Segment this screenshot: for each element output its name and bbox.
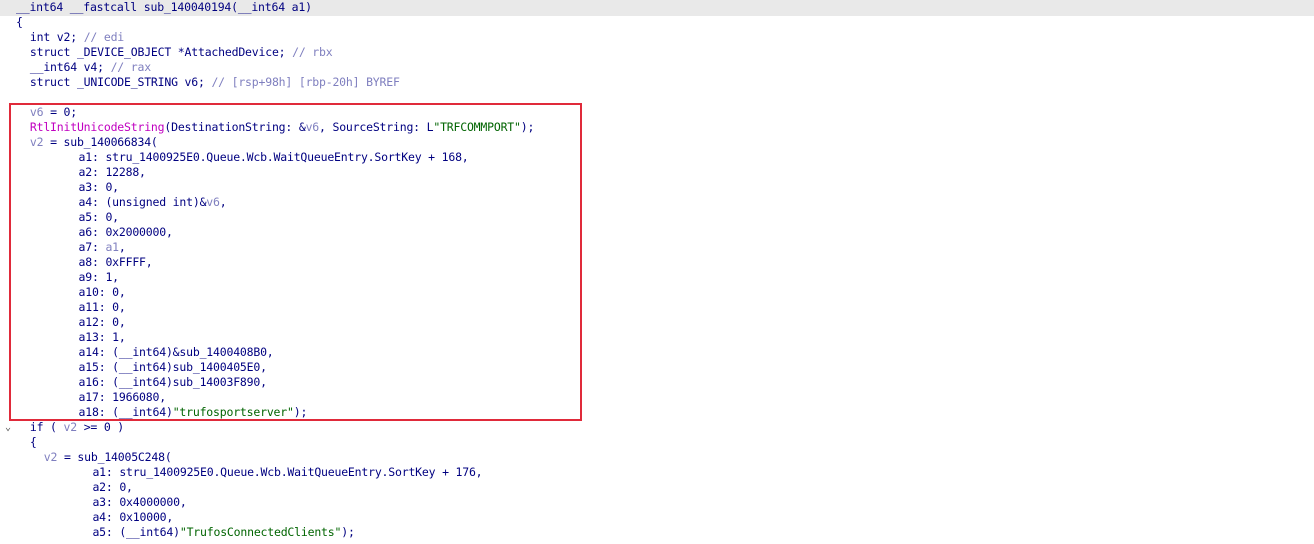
code-line[interactable]: a6: 0x2000000, bbox=[79, 225, 173, 240]
code-token-text[interactable]: a11: 0, bbox=[79, 300, 126, 314]
code-token-text[interactable]: a1: stru_1400925E0.Queue.Wcb.WaitQueueEn… bbox=[92, 465, 482, 479]
code-token-text[interactable]: , bbox=[119, 240, 126, 254]
code-line[interactable]: a7: a1, bbox=[79, 240, 126, 255]
code-line[interactable]: struct _DEVICE_OBJECT *AttachedDevice; /… bbox=[30, 45, 333, 60]
code-token-local-var[interactable]: a1 bbox=[105, 240, 119, 254]
code-line[interactable]: a10: 0, bbox=[79, 285, 126, 300]
code-line[interactable]: RtlInitUnicodeString(DestinationString: … bbox=[30, 120, 535, 135]
code-token-text[interactable]: , bbox=[220, 195, 227, 209]
code-token-text[interactable]: a3: 0, bbox=[79, 180, 120, 194]
code-line[interactable]: a12: 0, bbox=[79, 315, 126, 330]
code-token-text[interactable]: __int64 __fastcall sub_140040194(__int64… bbox=[16, 0, 312, 14]
code-token-text[interactable]: a3: 0x4000000, bbox=[92, 495, 186, 509]
code-token-function[interactable]: RtlInitUnicodeString bbox=[30, 120, 165, 134]
code-line[interactable]: __int64 v4; // rax bbox=[30, 60, 151, 75]
code-token-text[interactable]: (DestinationString: & bbox=[164, 120, 305, 134]
code-token-string[interactable]: "trufosportserver" bbox=[173, 405, 294, 419]
code-line[interactable]: a1: stru_1400925E0.Queue.Wcb.WaitQueueEn… bbox=[79, 150, 469, 165]
code-token-local-var[interactable]: v6 bbox=[206, 195, 220, 209]
code-line[interactable]: a4: (unsigned int)&v6, bbox=[79, 195, 227, 210]
code-token-text[interactable]: = sub_140066834( bbox=[43, 135, 158, 149]
code-line[interactable]: a5: (__int64)"TrufosConnectedClients"); bbox=[92, 525, 354, 540]
code-token-text[interactable]: a12: 0, bbox=[79, 315, 126, 329]
code-token-text[interactable]: >= 0 ) bbox=[77, 420, 125, 434]
code-token-string[interactable]: "TrufosConnectedClients" bbox=[180, 525, 342, 539]
code-token-text[interactable]: = sub_14005C248( bbox=[57, 450, 172, 464]
code-token-comment[interactable]: // rax bbox=[111, 60, 152, 74]
code-token-text[interactable]: a2: 12288, bbox=[79, 165, 146, 179]
code-token-text[interactable]: ); bbox=[294, 405, 308, 419]
code-token-string[interactable]: "TRFCOMMPORT" bbox=[433, 120, 521, 134]
code-token-text[interactable]: int v2; bbox=[30, 30, 84, 44]
code-line[interactable]: __int64 __fastcall sub_140040194(__int64… bbox=[16, 0, 312, 15]
code-line[interactable]: a13: 1, bbox=[79, 330, 126, 345]
code-token-comment[interactable]: // edi bbox=[84, 30, 125, 44]
code-line[interactable]: a3: 0x4000000, bbox=[92, 495, 186, 510]
code-line[interactable]: v6 = 0; bbox=[30, 105, 77, 120]
code-line[interactable]: a14: (__int64)&sub_1400408B0, bbox=[79, 345, 274, 360]
code-line[interactable]: a2: 12288, bbox=[79, 165, 146, 180]
code-line[interactable]: a2: 0, bbox=[92, 480, 133, 495]
code-token-text[interactable]: a15: (__int64)sub_1400405E0, bbox=[79, 360, 267, 374]
fold-chevron-icon[interactable]: ⌄ bbox=[3, 420, 13, 435]
code-token-text[interactable]: a6: 0x2000000, bbox=[79, 225, 173, 239]
code-line[interactable]: a1: stru_1400925E0.Queue.Wcb.WaitQueueEn… bbox=[92, 465, 482, 480]
code-token-text[interactable]: struct _DEVICE_OBJECT *AttachedDevice; bbox=[30, 45, 292, 59]
code-token-text[interactable]: ); bbox=[341, 525, 355, 539]
code-token-text[interactable]: a13: 1, bbox=[79, 330, 126, 344]
code-line[interactable]: a3: 0, bbox=[79, 180, 120, 195]
code-line[interactable]: a18: (__int64)"trufosportserver"); bbox=[79, 405, 308, 420]
code-token-text[interactable]: a17: 1966080, bbox=[79, 390, 167, 404]
code-line[interactable]: a17: 1966080, bbox=[79, 390, 167, 405]
code-token-text[interactable]: struct _UNICODE_STRING v6; bbox=[30, 75, 212, 89]
code-token-text[interactable]: = 0; bbox=[43, 105, 77, 119]
code-token-text[interactable]: a5: (__int64) bbox=[92, 525, 180, 539]
code-token-text[interactable]: a2: 0, bbox=[92, 480, 133, 494]
code-token-local-var[interactable]: v2 bbox=[44, 450, 58, 464]
code-line[interactable]: if ( v2 >= 0 ) bbox=[30, 420, 124, 435]
code-line[interactable]: a11: 0, bbox=[79, 300, 126, 315]
code-line[interactable]: int v2; // edi bbox=[30, 30, 124, 45]
code-token-text[interactable]: a14: (__int64)&sub_1400408B0, bbox=[79, 345, 274, 359]
code-line[interactable]: v2 = sub_140066834( bbox=[30, 135, 158, 150]
code-token-text[interactable]: a1: stru_1400925E0.Queue.Wcb.WaitQueueEn… bbox=[79, 150, 469, 164]
code-token-text[interactable]: a16: (__int64)sub_14003F890, bbox=[79, 375, 267, 389]
code-token-local-var[interactable]: v6 bbox=[306, 120, 320, 134]
code-token-local-var[interactable]: v2 bbox=[64, 420, 78, 434]
code-line[interactable]: a4: 0x10000, bbox=[92, 510, 173, 525]
code-token-text[interactable]: __int64 v4; bbox=[30, 60, 111, 74]
code-token-comment[interactable]: // [rsp+98h] [rbp-20h] BYREF bbox=[211, 75, 399, 89]
code-line[interactable]: struct _UNICODE_STRING v6; // [rsp+98h] … bbox=[30, 75, 400, 90]
code-token-local-var[interactable]: v6 bbox=[30, 105, 44, 119]
code-token-text[interactable]: { bbox=[16, 15, 23, 29]
code-line[interactable]: a15: (__int64)sub_1400405E0, bbox=[79, 360, 267, 375]
code-token-text[interactable]: ); bbox=[521, 120, 535, 134]
code-token-text[interactable]: a5: 0, bbox=[79, 210, 120, 224]
code-token-text[interactable]: a10: 0, bbox=[79, 285, 126, 299]
code-line[interactable]: { bbox=[30, 435, 37, 450]
code-token-text[interactable]: , SourceString: L bbox=[319, 120, 434, 134]
code-line[interactable]: { bbox=[16, 15, 23, 30]
code-token-text[interactable]: a9: 1, bbox=[79, 270, 120, 284]
code-line[interactable]: a16: (__int64)sub_14003F890, bbox=[79, 375, 267, 390]
code-token-text[interactable]: if ( bbox=[30, 420, 64, 434]
code-token-text[interactable]: a7: bbox=[79, 240, 106, 254]
code-line[interactable]: a5: 0, bbox=[79, 210, 120, 225]
code-line[interactable]: v2 = sub_14005C248( bbox=[44, 450, 172, 465]
code-token-comment[interactable]: // rbx bbox=[292, 45, 333, 59]
pseudocode-view[interactable]: __int64 __fastcall sub_140040194(__int64… bbox=[0, 0, 1314, 544]
code-line[interactable]: a8: 0xFFFF, bbox=[79, 255, 153, 270]
code-token-text[interactable]: a8: 0xFFFF, bbox=[79, 255, 153, 269]
code-token-local-var[interactable]: v2 bbox=[30, 135, 44, 149]
code-token-text[interactable]: a18: (__int64) bbox=[79, 405, 173, 419]
code-token-text[interactable]: { bbox=[30, 435, 37, 449]
code-token-text[interactable]: a4: (unsigned int)& bbox=[79, 195, 207, 209]
code-token-text[interactable]: a4: 0x10000, bbox=[92, 510, 173, 524]
code-line[interactable]: a9: 1, bbox=[79, 270, 120, 285]
